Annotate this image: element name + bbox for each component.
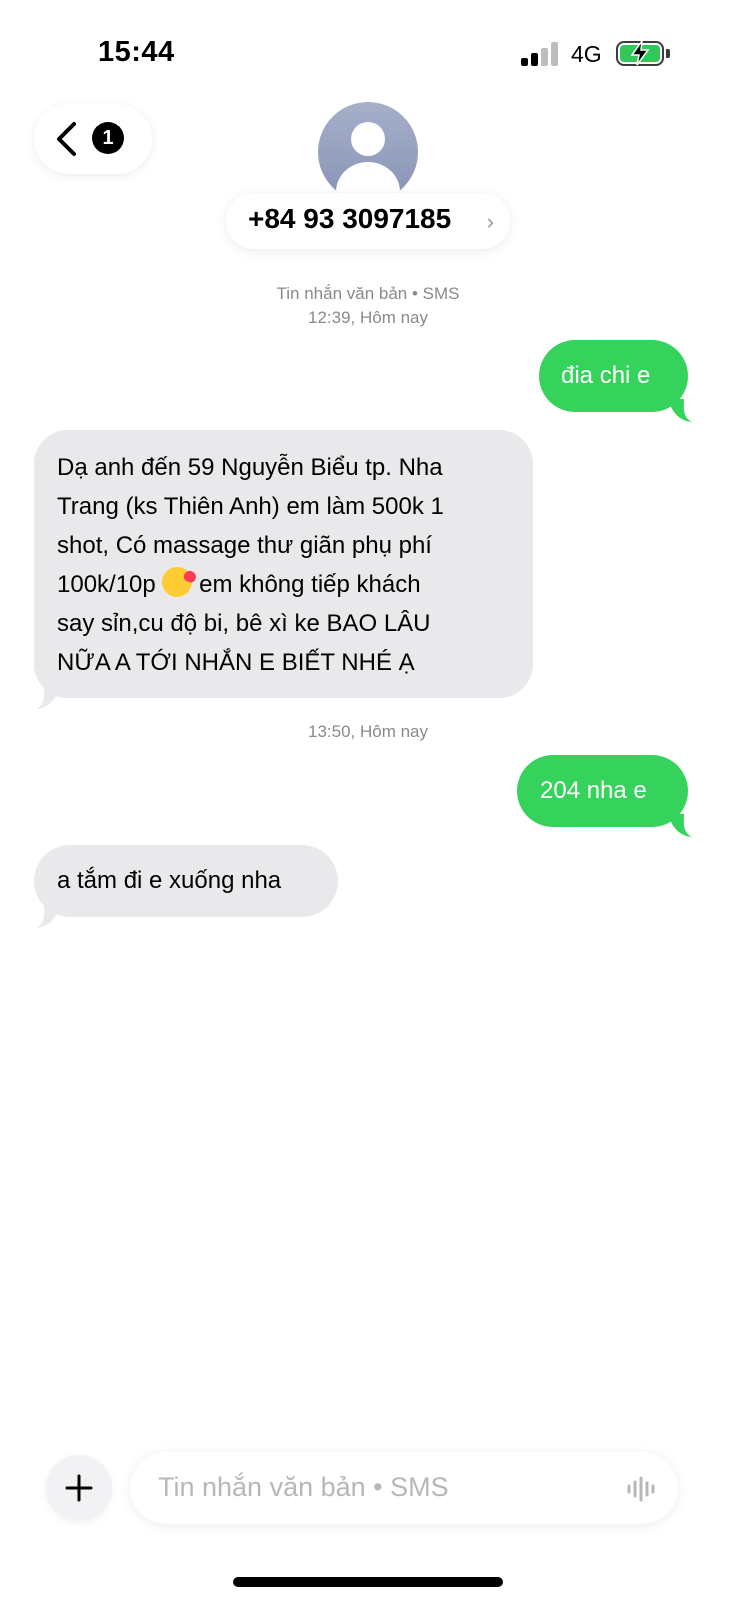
bubble-tail <box>668 399 692 422</box>
message-line: say sỉn,cu độ bi, bê xì ke BAO LÂU <box>57 610 431 637</box>
chevron-right-icon: › <box>486 209 494 234</box>
message-line: Trang (ks Thiên Anh) em làm 500k 1 <box>57 493 444 520</box>
battery-charging-icon <box>616 40 670 66</box>
message-input[interactable]: Tin nhắn văn bản • SMS <box>130 1452 678 1524</box>
bubble-tail <box>36 686 60 709</box>
message-input-placeholder: Tin nhắn văn bản • SMS <box>158 1472 449 1502</box>
message-text: đia chi e <box>561 362 651 389</box>
back-button[interactable]: 1 <box>34 104 152 174</box>
message-line: NỮA A TỚI NHẮN E BIẾT NHÉ Ạ <box>57 649 415 676</box>
waveform-icon[interactable] <box>626 1476 656 1502</box>
message-bubble-incoming[interactable]: Dạ anh đến 59 Nguyễn Biểu tp. Nha Trang … <box>34 430 533 698</box>
bubble-tail <box>36 905 60 928</box>
plus-icon <box>65 1474 93 1502</box>
cellular-signal-icon <box>521 42 559 66</box>
message-line: shot, Có massage thư giãn phụ phí <box>57 532 432 559</box>
face-blowing-kiss-emoji <box>162 567 193 597</box>
network-type: 4G <box>571 41 602 67</box>
message-bubble-incoming[interactable]: a tắm đi e xuống nha <box>34 845 338 917</box>
message-timestamp: 13:50, Hôm nay <box>307 722 428 741</box>
contact-number: +84 93 3097185 <box>248 203 452 234</box>
message-bubble-outgoing[interactable]: 204 nha e <box>517 755 688 827</box>
contact-avatar[interactable] <box>318 102 418 202</box>
status-time: 15:44 <box>98 36 175 68</box>
message-line: Dạ anh đến 59 Nguyễn Biểu tp. Nha <box>57 454 443 481</box>
add-attachment-button[interactable] <box>46 1455 112 1521</box>
message-text: 204 nha e <box>540 777 647 804</box>
message-line: 100k/10p em không tiếp khách <box>57 565 533 604</box>
bubble-tail <box>668 814 692 837</box>
message-bubble-outgoing[interactable]: đia chi e <box>539 340 688 412</box>
chevron-left-icon <box>57 122 76 156</box>
home-indicator <box>233 1577 503 1587</box>
unread-count-badge: 1 <box>92 122 124 154</box>
conversation-start-timestamp: 12:39, Hôm nay <box>307 308 428 327</box>
conversation-type-label: Tin nhắn văn bản • SMS <box>276 284 460 303</box>
message-text: a tắm đi e xuống nha <box>57 867 282 894</box>
contact-details-button[interactable]: +84 93 3097185 › <box>226 193 510 249</box>
